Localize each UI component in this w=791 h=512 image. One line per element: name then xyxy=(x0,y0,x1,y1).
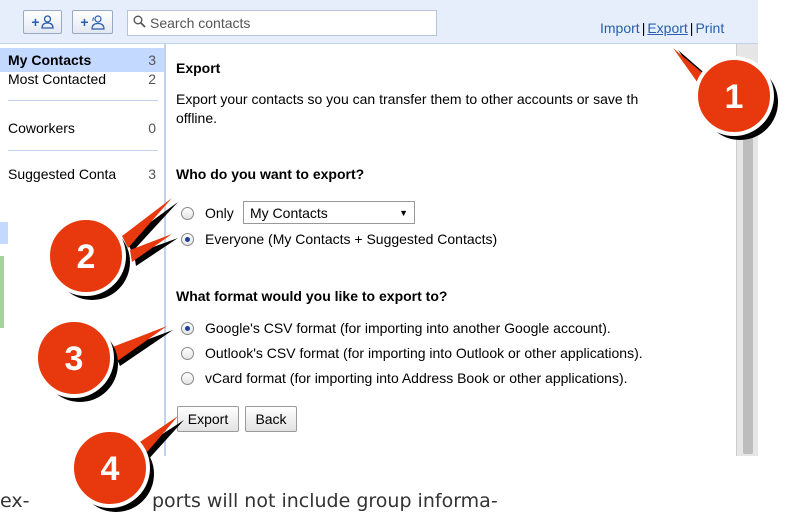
who-heading: Who do you want to export? xyxy=(176,166,365,182)
search-input[interactable] xyxy=(150,15,430,31)
radio-google-csv-label: Google's CSV format (for importing into … xyxy=(205,320,611,336)
dropdown-arrow-icon: ▼ xyxy=(399,207,408,218)
toolbar: + + Import|Export|Print xyxy=(0,0,758,44)
export-link[interactable]: Export xyxy=(647,20,687,36)
group-select-value: My Contacts xyxy=(250,204,328,221)
top-links: Import | Export | Print xyxy=(600,20,724,36)
body-text-left: ex- xyxy=(0,490,30,512)
group-select[interactable]: My Contacts ▼ xyxy=(243,201,415,224)
sidebar-item-label: Suggested Conta xyxy=(8,166,117,182)
print-link[interactable]: Print xyxy=(695,20,724,36)
radio-vcard-label: vCard format (for importing into Address… xyxy=(205,370,628,386)
add-group-button[interactable]: + xyxy=(72,10,113,34)
sidebar-item-coworkers[interactable]: Coworkers 0 xyxy=(0,116,164,140)
callout-2: 2 xyxy=(46,198,178,300)
sidebar-item-count: 3 xyxy=(148,52,156,68)
sidebar-highlight xyxy=(0,222,8,244)
body-text-right: ports will not include group informa- xyxy=(152,490,498,512)
plus-icon: + xyxy=(31,14,40,30)
group-icon xyxy=(90,14,105,30)
callout-3-number: 3 xyxy=(65,340,84,378)
callout-4-number: 4 xyxy=(101,450,120,488)
callout-1: 1 xyxy=(673,48,778,140)
sidebar-item-count: 2 xyxy=(148,71,156,87)
sidebar-item-label: Most Contacted xyxy=(8,71,107,87)
sidebar-item-most-contacted[interactable]: Most Contacted 2 xyxy=(0,67,164,91)
sidebar-divider xyxy=(8,150,158,151)
sidebar-divider xyxy=(8,100,158,101)
radio-outlook-csv-label: Outlook's CSV format (for importing into… xyxy=(205,345,643,361)
import-link[interactable]: Import xyxy=(600,20,640,36)
sidebar-item-label: Coworkers xyxy=(8,120,75,136)
sidebar-item-count: 0 xyxy=(148,120,156,136)
format-heading: What format would you like to export to? xyxy=(176,288,448,304)
sidebar-item-label: My Contacts xyxy=(8,52,92,68)
radio-only-label: Only xyxy=(205,205,234,221)
export-description: Export your contacts so you can transfer… xyxy=(176,91,639,107)
radio-everyone-label: Everyone (My Contacts + Suggested Contac… xyxy=(205,231,498,247)
add-contact-button[interactable]: + xyxy=(23,10,62,34)
callout-3: 3 xyxy=(34,318,173,402)
callout-1-number: 1 xyxy=(725,78,744,116)
export-description-cont: offline. xyxy=(176,110,217,126)
sidebar-accent xyxy=(0,256,4,328)
callout-2-number: 2 xyxy=(77,238,96,276)
callout-4: 4 xyxy=(70,416,184,512)
search-icon xyxy=(128,15,150,31)
plus-icon: + xyxy=(80,14,89,30)
page-title: Export xyxy=(176,60,221,76)
sidebar-item-suggested-contacts[interactable]: Suggested Conta 3 xyxy=(0,162,164,186)
search-box[interactable] xyxy=(127,10,437,36)
sidebar-item-count: 3 xyxy=(148,166,156,182)
person-icon xyxy=(40,15,54,29)
back-button[interactable]: Back xyxy=(245,406,297,432)
